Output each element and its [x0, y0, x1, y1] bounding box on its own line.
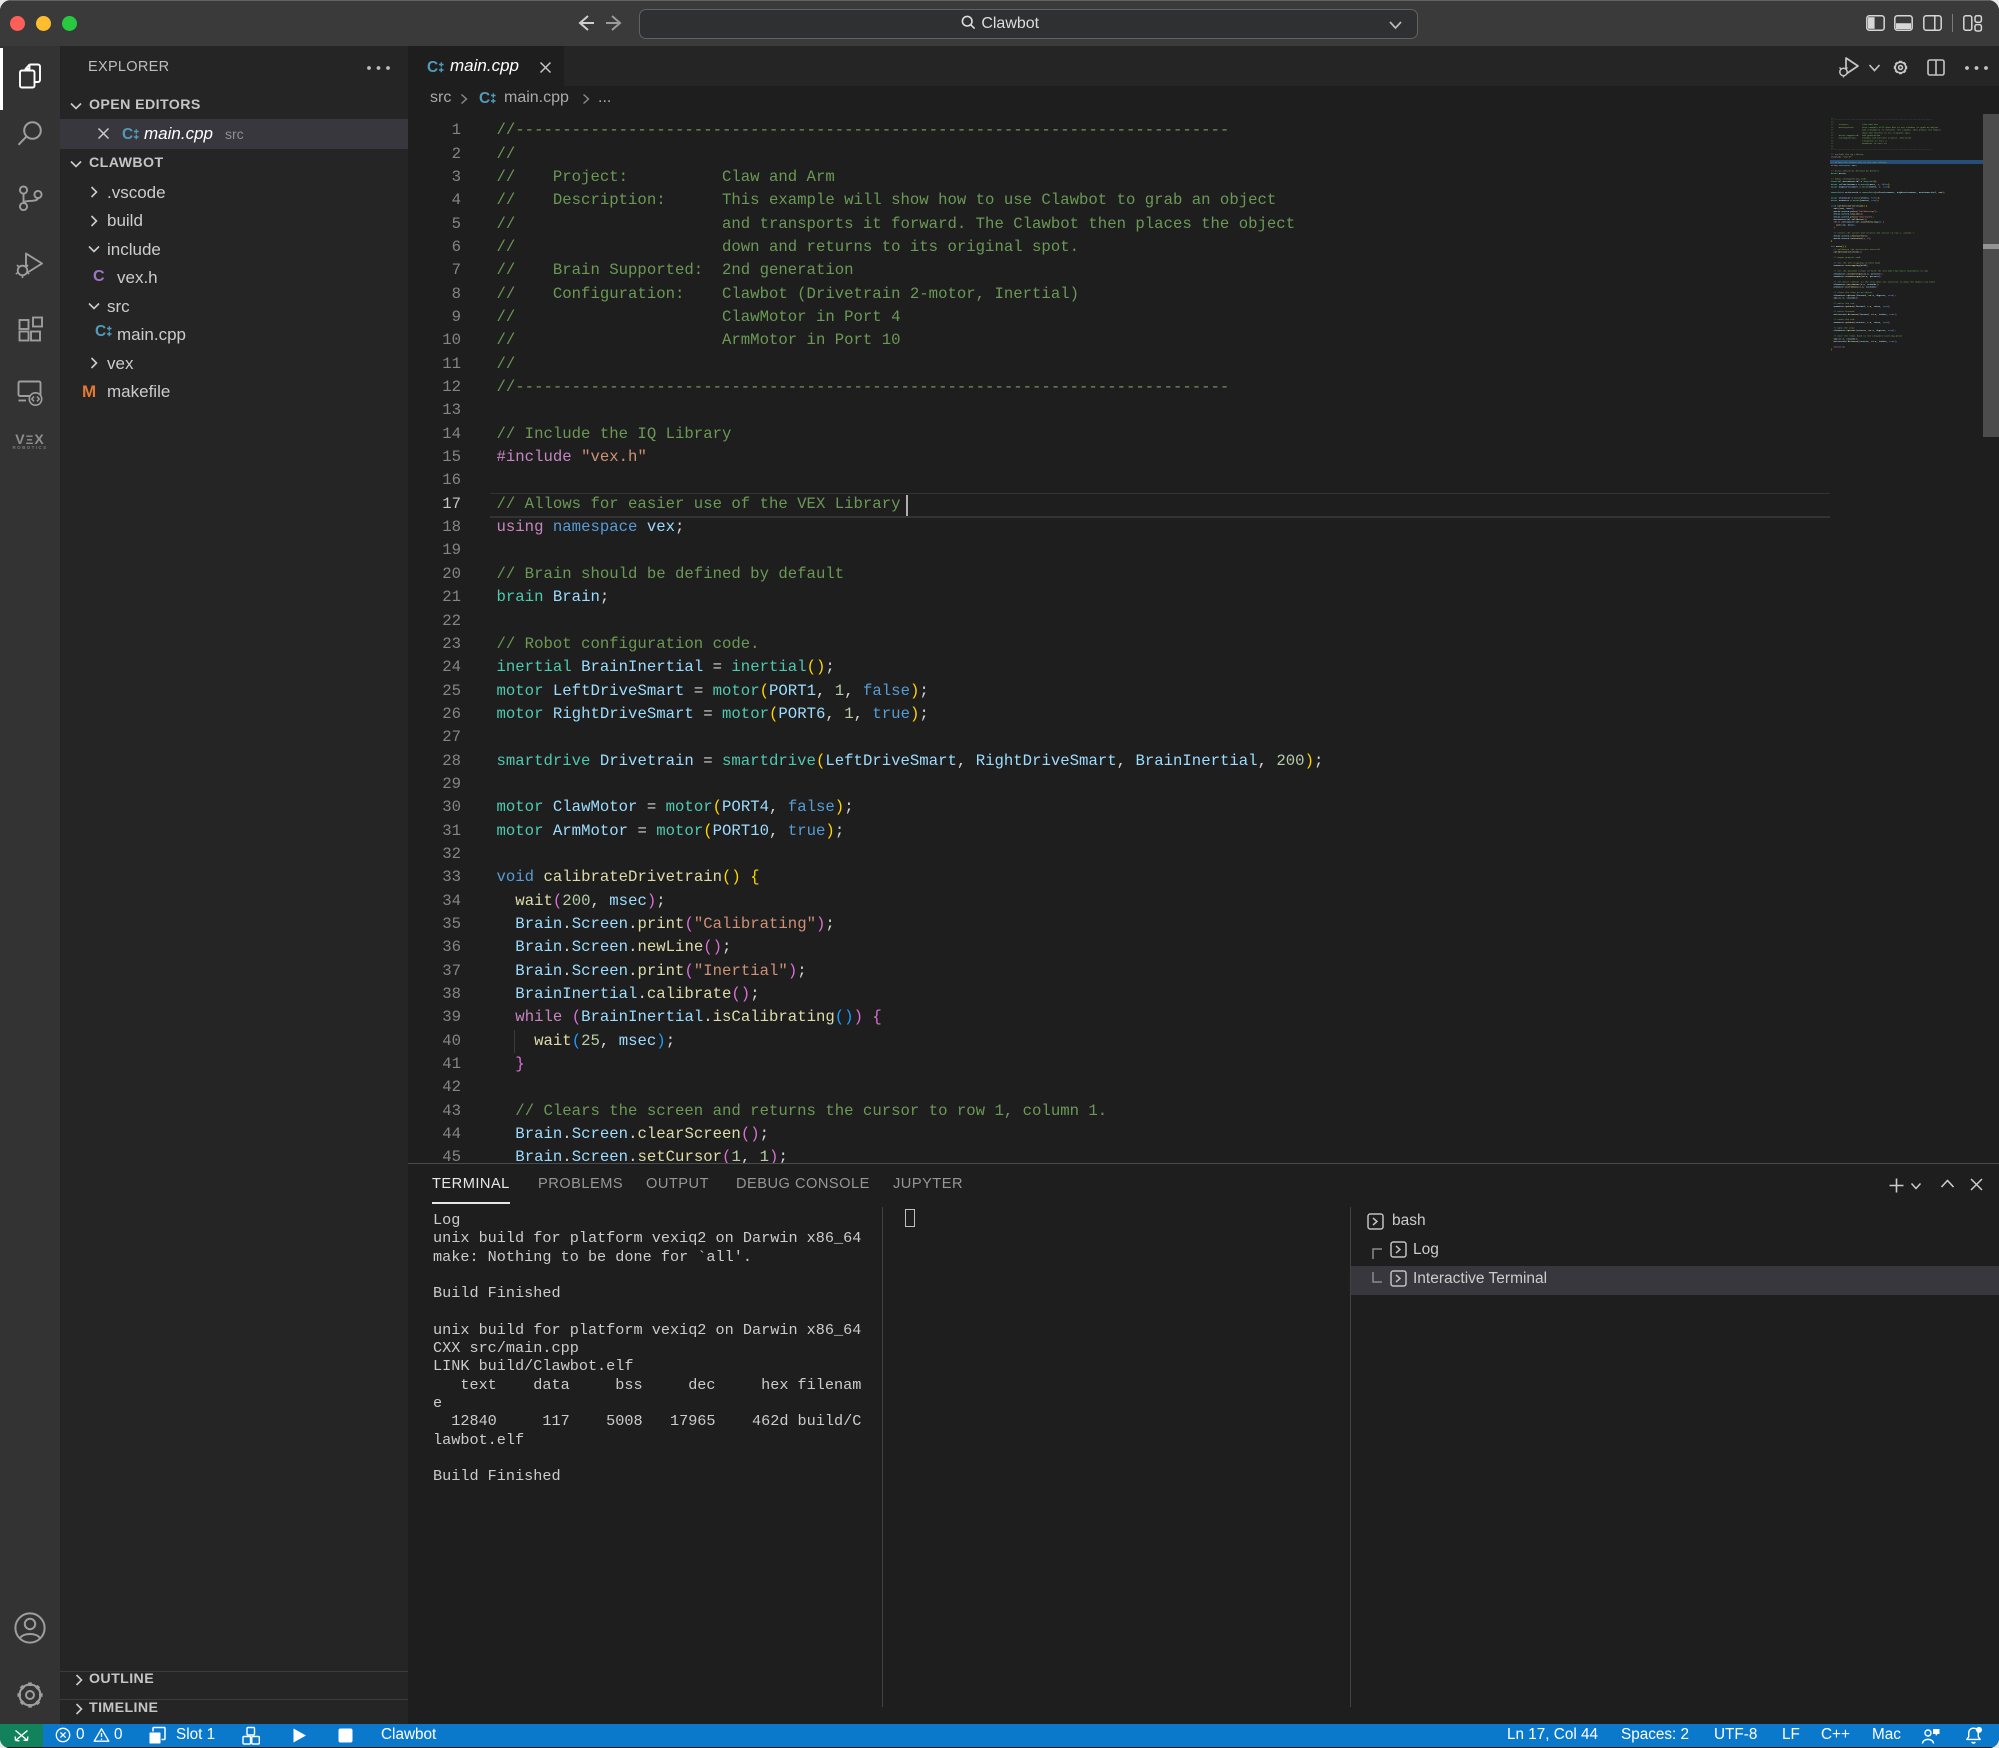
svg-text:C: C — [479, 90, 490, 107]
svg-text:C: C — [427, 59, 438, 76]
svg-text:C: C — [95, 323, 106, 340]
svg-text:C: C — [122, 126, 133, 143]
